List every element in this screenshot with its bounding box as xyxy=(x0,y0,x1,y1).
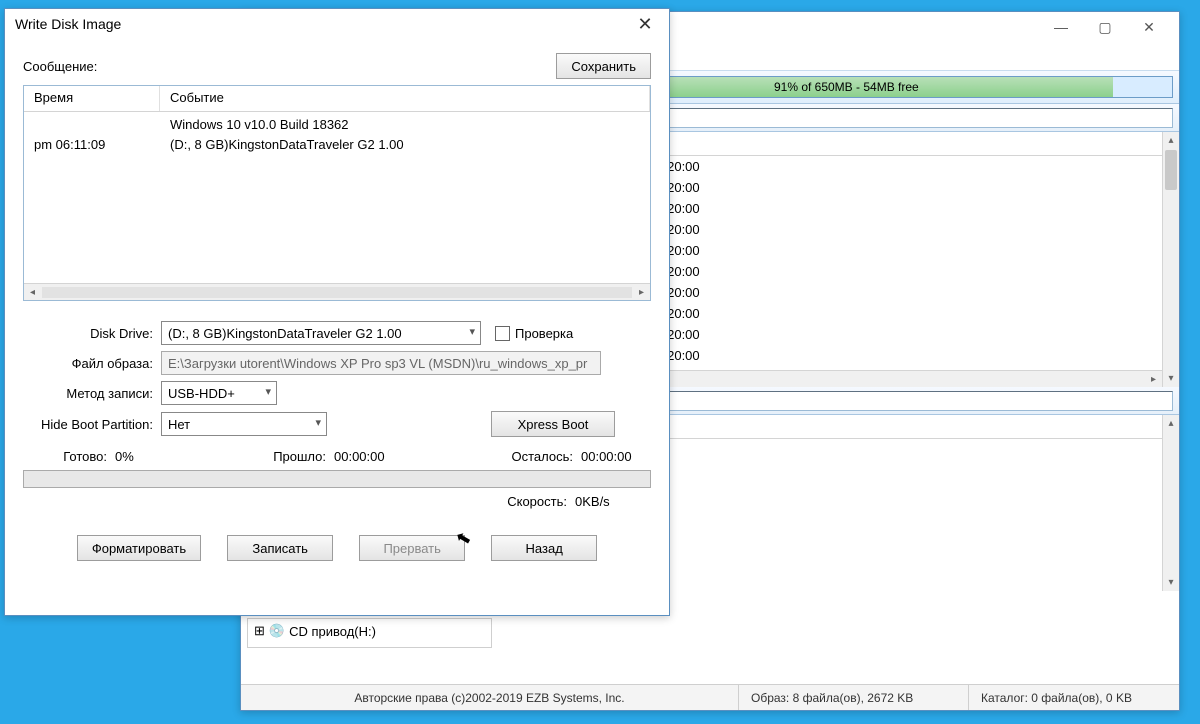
progress-bar xyxy=(23,470,651,488)
scroll-down-icon[interactable]: ▾ xyxy=(1163,574,1179,591)
cell-date: 2008-04-15 20:00 xyxy=(589,222,1179,237)
tree-item-cd-drive[interactable]: ⊞ 💿 CD привод(H:) xyxy=(254,623,485,639)
message-header: Время Событие xyxy=(24,86,650,112)
verify-label: Проверка xyxy=(515,326,573,341)
elapsed-value: 00:00:00 xyxy=(334,449,414,464)
cell-date: 2008-04-15 20:00 xyxy=(589,159,1179,174)
cell-event: Windows 10 v10.0 Build 18362 xyxy=(160,117,650,132)
disk-drive-select[interactable]: (D:, 8 GB)KingstonDataTraveler G2 1.00 xyxy=(161,321,481,345)
status-bar: Авторские права (c)2002-2019 EZB Systems… xyxy=(241,684,1179,710)
maximize-button[interactable]: ▢ xyxy=(1083,13,1127,41)
elapsed-label: Прошло: xyxy=(262,449,334,464)
write-method-label: Метод записи: xyxy=(23,386,161,401)
cell-date: 2008-04-15 20:00 xyxy=(589,180,1179,195)
scroll-up-icon[interactable]: ▴ xyxy=(1163,132,1179,149)
cell-date: 2008-04-15 20:00 xyxy=(589,243,1179,258)
scroll-left-icon[interactable]: ◂ xyxy=(24,287,41,298)
message-box: Время Событие Windows 10 v10.0 Build 183… xyxy=(23,85,651,301)
ready-label: Готово: xyxy=(23,449,115,464)
message-hscroll[interactable]: ◂ ▸ xyxy=(24,283,650,300)
cell-time: pm 06:11:09 xyxy=(24,137,160,152)
status-catalog-info: Каталог: 0 файла(ов), 0 KB xyxy=(969,685,1179,710)
xpress-boot-button[interactable]: Xpress Boot xyxy=(491,411,615,437)
message-label: Сообщение: xyxy=(23,59,556,74)
disk-drive-value: (D:, 8 GB)KingstonDataTraveler G2 1.00 xyxy=(168,326,402,341)
cell-date: 2008-04-15 20:00 xyxy=(589,285,1179,300)
scroll-track[interactable] xyxy=(42,287,632,298)
dialog-titlebar[interactable]: Write Disk Image ✕ xyxy=(5,9,669,39)
write-method-select[interactable]: USB-HDD+ xyxy=(161,381,277,405)
image-file-label: Файл образа: xyxy=(23,356,161,371)
message-row: Windows 10 v10.0 Build 18362 xyxy=(24,114,650,134)
close-button[interactable]: ✕ xyxy=(1127,13,1171,41)
scroll-thumb[interactable] xyxy=(1165,150,1177,190)
remaining-value: 00:00:00 xyxy=(581,449,651,464)
tree-panel: ⊞ 💿 CD привод(H:) xyxy=(247,618,492,648)
message-rows: Windows 10 v10.0 Build 18362pm 06:11:09(… xyxy=(24,112,650,156)
tree-item-label: CD привод(H:) xyxy=(289,624,376,639)
drive-icon: 💿 xyxy=(269,623,285,639)
col-date2[interactable]: Дата/Время xyxy=(589,415,1179,438)
back-button[interactable]: Назад xyxy=(491,535,597,561)
vertical-scrollbar-lower[interactable]: ▴ ▾ xyxy=(1162,415,1179,591)
col-event[interactable]: Событие xyxy=(160,86,650,111)
message-row: pm 06:11:09(D:, 8 GB)KingstonDataTravele… xyxy=(24,134,650,154)
scroll-right-icon[interactable]: ▸ xyxy=(633,287,650,298)
expand-icon[interactable]: ⊞ xyxy=(254,623,265,639)
write-button[interactable]: Записать xyxy=(227,535,333,561)
usage-text: 91% of 650MB - 54MB free xyxy=(774,80,919,94)
save-button[interactable]: Сохранить xyxy=(556,53,651,79)
cell-date: 2008-04-15 20:00 xyxy=(589,327,1179,342)
col-date[interactable]: Дата/Время xyxy=(589,132,1179,155)
cell-date: 2008-04-15 20:00 xyxy=(589,306,1179,321)
cell-date: 2008-04-15 20:00 xyxy=(589,264,1179,279)
hide-boot-label: Hide Boot Partition: xyxy=(23,417,161,432)
dialog-title: Write Disk Image xyxy=(15,16,631,32)
cell-event: (D:, 8 GB)KingstonDataTraveler G2 1.00 xyxy=(160,137,650,152)
write-disk-image-dialog: Write Disk Image ✕ Сообщение: Сохранить … xyxy=(4,8,670,616)
scroll-down-icon[interactable]: ▾ xyxy=(1163,370,1179,387)
cell-date: 2008-04-15 20:00 xyxy=(589,201,1179,216)
hide-boot-value: Нет xyxy=(168,417,190,432)
scroll-up-icon[interactable]: ▴ xyxy=(1163,415,1179,432)
abort-button: Прервать xyxy=(359,535,465,561)
format-button[interactable]: Форматировать xyxy=(77,535,201,561)
image-file-field[interactable]: E:\Загрузки utorent\Windows XP Pro sp3 V… xyxy=(161,351,601,375)
verify-checkbox[interactable] xyxy=(495,326,510,341)
vertical-scrollbar[interactable]: ▴ ▾ xyxy=(1162,132,1179,387)
ready-value: 0% xyxy=(115,449,175,464)
write-method-value: USB-HDD+ xyxy=(168,386,235,401)
speed-value: 0KB/s xyxy=(575,494,645,509)
status-copyright: Авторские права (c)2002-2019 EZB Systems… xyxy=(241,685,739,710)
minimize-button[interactable]: — xyxy=(1039,13,1083,41)
image-file-value: E:\Загрузки utorent\Windows XP Pro sp3 V… xyxy=(168,356,587,371)
cell-date: 2008-04-15 20:00 xyxy=(589,348,1179,363)
col-time[interactable]: Время xyxy=(24,86,160,111)
status-image-info: Образ: 8 файла(ов), 2672 KB xyxy=(739,685,969,710)
disk-drive-label: Disk Drive: xyxy=(23,326,161,341)
scroll-right-icon[interactable]: ▸ xyxy=(1145,374,1162,385)
speed-label: Скорость: xyxy=(495,494,575,509)
hide-boot-select[interactable]: Нет xyxy=(161,412,327,436)
dialog-close-button[interactable]: ✕ xyxy=(631,14,659,35)
remaining-label: Осталось: xyxy=(501,449,581,464)
